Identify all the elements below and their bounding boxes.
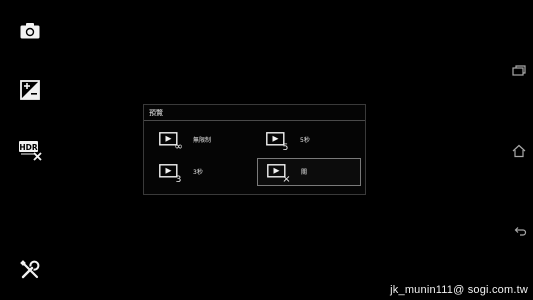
exposure-icon[interactable] [18, 78, 42, 102]
settings-tools-icon[interactable] [18, 258, 42, 282]
option-label: 關 [301, 169, 308, 176]
svg-text:HDR: HDR [19, 143, 38, 152]
preview-unlimited-icon: ∞ [159, 131, 185, 151]
option-label: 5秒 [300, 137, 310, 144]
watermark: jk_munin111@ sogi.com.tw [390, 284, 528, 296]
option-label: 3秒 [193, 169, 203, 176]
recent-apps-icon[interactable] [511, 63, 527, 79]
preview-off-icon: × [267, 163, 293, 183]
option-off[interactable]: × 關 [257, 158, 361, 186]
dialog-title: 預覽 [149, 109, 163, 117]
preview-5s-icon: 5 [266, 131, 292, 151]
svg-text:3: 3 [176, 175, 182, 183]
camera-icon[interactable] [18, 19, 42, 43]
option-unlimited[interactable]: ∞ 無限制 [150, 127, 254, 155]
svg-text:5: 5 [283, 143, 289, 151]
dialog-divider [144, 120, 365, 121]
navigation-bar [505, 0, 533, 300]
svg-text:∞: ∞ [174, 142, 182, 152]
home-icon[interactable] [511, 143, 527, 159]
hdr-off-icon[interactable]: HDR [18, 138, 42, 162]
camera-toolbar: HDR [0, 0, 60, 300]
preview-dialog: 預覽 ∞ 無限制 5 5秒 3 3秒 × 關 [143, 104, 366, 195]
back-icon[interactable] [511, 224, 527, 240]
option-3s[interactable]: 3 3秒 [150, 159, 254, 187]
option-label: 無限制 [193, 137, 212, 144]
svg-text:×: × [282, 174, 290, 183]
preview-3s-icon: 3 [159, 163, 185, 183]
option-5s[interactable]: 5 5秒 [257, 127, 361, 155]
